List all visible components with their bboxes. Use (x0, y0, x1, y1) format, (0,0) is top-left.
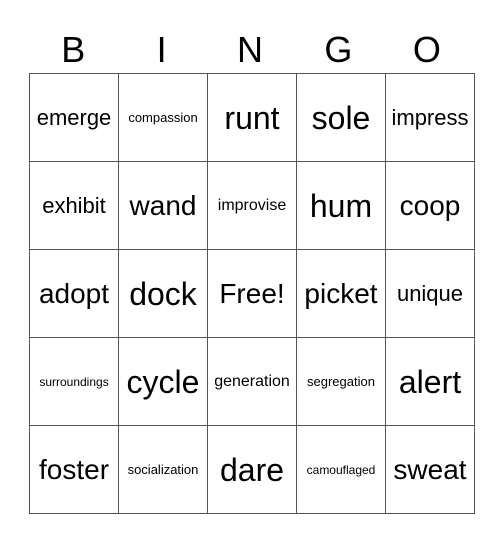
bingo-cell[interactable]: adopt (29, 249, 119, 338)
bingo-cell[interactable]: segregation (296, 337, 386, 426)
bingo-cell[interactable]: exhibit (29, 161, 119, 250)
cell-word: generation (214, 372, 290, 390)
cell-word: alert (398, 363, 462, 400)
bingo-cell[interactable]: hum (296, 161, 386, 250)
header-letter-o: O (412, 29, 441, 70)
cell-word: emerge (36, 104, 112, 130)
cell-word: surroundings (39, 374, 109, 389)
cell-word: segregation (307, 374, 375, 389)
cell-word: wand (129, 189, 197, 221)
cell-word: dock (129, 275, 197, 312)
bingo-cell[interactable]: dare (207, 425, 297, 514)
bingo-cell[interactable]: runt (207, 73, 297, 162)
cell-word: foster (38, 453, 110, 485)
bingo-cell[interactable]: emerge (29, 73, 119, 162)
bingo-row: emerge compassion runt sole impress (29, 73, 475, 162)
bingo-card-grid: emerge compassion runt sole impress exhibit wa… (29, 73, 475, 514)
bingo-cell[interactable]: cycle (118, 337, 208, 426)
bingo-cell[interactable]: picket (296, 249, 386, 338)
header-letter-g: G (324, 29, 353, 70)
cell-word: sole (311, 99, 371, 136)
bingo-cell[interactable]: unique (385, 249, 475, 338)
bingo-cell[interactable]: foster (29, 425, 119, 514)
cell-word: exhibit (42, 192, 106, 218)
header-letter-b: B (61, 29, 86, 70)
cell-word: adopt (38, 277, 110, 309)
bingo-cell[interactable]: dock (118, 249, 208, 338)
bingo-cell[interactable]: socialization (118, 425, 208, 514)
cell-word: Free! (219, 277, 285, 309)
cell-word: hum (309, 187, 373, 224)
cell-word: improvise (217, 196, 287, 214)
bingo-row: adopt dock Free! picket unique (29, 249, 475, 338)
cell-word: camouflaged (306, 462, 376, 477)
cell-word: socialization (127, 462, 199, 477)
bingo-row: surroundings cycle generation segregation al… (29, 337, 475, 426)
bingo-cell[interactable]: coop (385, 161, 475, 250)
cell-word: impress (391, 104, 469, 130)
header-letter-n: N (237, 29, 264, 70)
cell-word: dare (219, 451, 285, 488)
bingo-cell[interactable]: wand (118, 161, 208, 250)
bingo-cell[interactable]: sweat (385, 425, 475, 514)
cell-word: coop (399, 189, 461, 221)
bingo-cell[interactable]: generation (207, 337, 297, 426)
cell-word: picket (304, 277, 378, 309)
free-space-cell[interactable]: Free! (207, 249, 297, 338)
cell-word: runt (224, 99, 280, 136)
bingo-cell[interactable]: sole (296, 73, 386, 162)
bingo-row: foster socialization dare camouflaged sweat (29, 425, 475, 514)
bingo-cell[interactable]: compassion (118, 73, 208, 162)
bingo-cell[interactable]: improvise (207, 161, 297, 250)
cell-word: unique (396, 280, 464, 306)
cell-word: cycle (126, 363, 200, 400)
cell-word: compassion (128, 110, 198, 125)
bingo-cell[interactable]: surroundings (29, 337, 119, 426)
bingo-row: exhibit wand improvise hum coop (29, 161, 475, 250)
cell-word: sweat (393, 453, 467, 485)
bingo-cell[interactable]: camouflaged (296, 425, 386, 514)
header-letter-i: I (156, 29, 167, 70)
bingo-cell[interactable]: impress (385, 73, 475, 162)
bingo-cell[interactable]: alert (385, 337, 475, 426)
bingo-header: B I N G O (29, 28, 471, 72)
